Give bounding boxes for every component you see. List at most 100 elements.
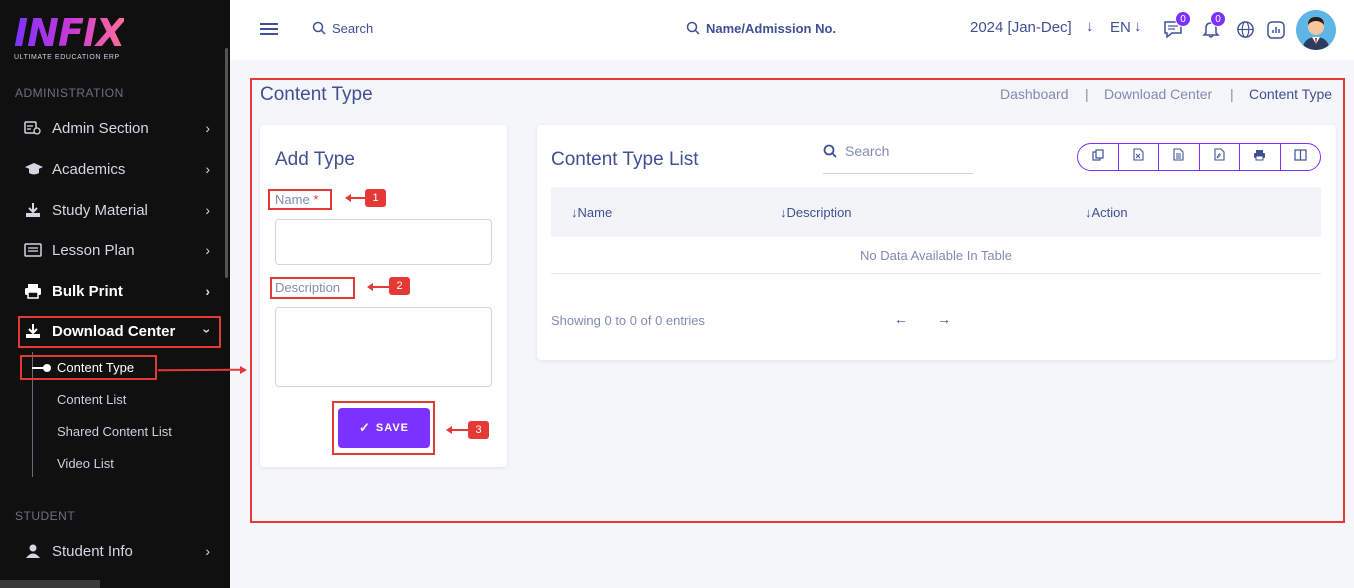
table-header xyxy=(551,187,1321,237)
breadcrumb-separator: | xyxy=(1230,86,1234,102)
sidebar-sub-item-content-list[interactable]: Content List xyxy=(57,392,126,407)
callout-arrow-line xyxy=(451,429,468,431)
table-search-input[interactable]: Search xyxy=(823,140,973,174)
partial-sidebar-item xyxy=(0,580,100,588)
column-header-action[interactable]: ↓Action xyxy=(1085,205,1128,220)
session-selector[interactable]: 2024 [Jan-Dec] xyxy=(970,19,1072,36)
sidebar-item-label: Study Material xyxy=(52,201,148,219)
header-search-input[interactable]: Search xyxy=(332,21,373,36)
sidebar-item-student-info[interactable]: Student Info › xyxy=(18,535,220,567)
sidebar-item-study-material[interactable]: Study Material › xyxy=(18,194,220,226)
column-header-name[interactable]: ↓Name xyxy=(571,205,612,220)
logo-text: INFIX xyxy=(14,11,125,55)
table-search-placeholder: Search xyxy=(845,143,890,159)
column-header-label: Action xyxy=(1091,205,1128,220)
annotation-box-name xyxy=(268,189,332,210)
chevron-right-icon: › xyxy=(205,242,210,258)
sidebar-item-bulk-print[interactable]: Bulk Print › xyxy=(18,275,220,307)
logo[interactable]: INFIX ULTIMATE EDUCATION ERP xyxy=(14,11,125,61)
breadcrumb-dashboard[interactable]: Dashboard xyxy=(1000,86,1069,102)
sidebar-sub-item-shared-content-list[interactable]: Shared Content List xyxy=(57,424,172,439)
notification-count-badge: 0 xyxy=(1210,11,1226,27)
globe-icon[interactable] xyxy=(1236,20,1255,44)
arrow-right-icon[interactable]: → xyxy=(937,311,951,327)
description-textarea[interactable] xyxy=(275,307,492,387)
sidebar-scrollbar[interactable] xyxy=(225,48,228,278)
chevron-down-icon[interactable]: ↓ xyxy=(1086,18,1094,35)
csv-icon xyxy=(1173,148,1184,166)
csv-button[interactable] xyxy=(1159,144,1200,170)
chevron-right-icon: › xyxy=(205,120,210,136)
breadcrumb-content-type: Content Type xyxy=(1249,86,1333,102)
export-button-group xyxy=(1077,143,1321,171)
empty-table-message: No Data Available In Table xyxy=(551,237,1321,274)
column-header-label: Description xyxy=(786,205,852,220)
sidebar-sub-item-video-list[interactable]: Video List xyxy=(57,456,114,471)
column-header-description[interactable]: ↓Description xyxy=(780,205,852,220)
user-icon xyxy=(18,543,52,559)
callout-badge-2: 2 xyxy=(389,277,410,295)
print-icon xyxy=(1253,148,1266,166)
search-icon xyxy=(823,144,837,163)
check-icon: ✓ xyxy=(358,420,371,435)
table-info-text: Showing 0 to 0 of 0 entries xyxy=(551,313,705,328)
save-button[interactable]: ✓ SAVE xyxy=(338,408,430,448)
breadcrumb-download-center[interactable]: Download Center xyxy=(1104,86,1212,102)
sidebar: INFIX ULTIMATE EDUCATION ERP ADMINISTRAT… xyxy=(0,0,230,588)
callout-badge-1: 1 xyxy=(365,189,386,207)
lesson-icon xyxy=(18,242,52,258)
sidebar-item-label: Admin Section xyxy=(52,119,149,137)
chart-icon[interactable] xyxy=(1266,20,1286,45)
search-icon xyxy=(686,21,700,40)
print-button[interactable] xyxy=(1240,144,1281,170)
callout-arrow-line xyxy=(372,286,389,288)
message-count-badge: 0 xyxy=(1175,11,1191,27)
content-type-list-title: Content Type List xyxy=(551,149,699,170)
column-visibility-button[interactable] xyxy=(1281,144,1321,170)
admission-search-input[interactable]: Name/Admission No. xyxy=(706,21,836,36)
print-icon xyxy=(18,283,52,299)
sidebar-item-academics[interactable]: Academics › xyxy=(18,153,220,185)
chevron-right-icon: › xyxy=(205,161,210,177)
callout-badge-3: 3 xyxy=(468,421,489,439)
columns-icon xyxy=(1294,148,1307,166)
menu-toggle-icon[interactable] xyxy=(260,21,278,42)
section-label-student: STUDENT xyxy=(15,509,76,523)
sidebar-item-label: Student Info xyxy=(52,542,133,560)
chevron-right-icon: › xyxy=(205,283,210,299)
annotation-arrow-head xyxy=(240,366,247,374)
save-button-label: SAVE xyxy=(375,422,410,434)
sidebar-item-label: Bulk Print xyxy=(52,282,123,300)
logo-tagline: ULTIMATE EDUCATION ERP xyxy=(14,54,120,61)
annotation-box-download-center xyxy=(18,316,221,348)
breadcrumb-separator: | xyxy=(1085,86,1089,102)
column-header-label: Name xyxy=(577,205,613,220)
download-icon xyxy=(18,202,52,218)
copy-icon xyxy=(1092,148,1104,166)
admin-icon xyxy=(18,120,52,136)
page-title: Content Type xyxy=(260,84,373,105)
user-avatar[interactable] xyxy=(1296,10,1336,50)
graduation-cap-icon xyxy=(18,161,52,177)
arrow-left-icon[interactable]: ← xyxy=(894,311,908,327)
copy-button[interactable] xyxy=(1078,144,1119,170)
sidebar-item-label: Academics xyxy=(52,160,126,178)
sidebar-item-lesson-plan[interactable]: Lesson Plan › xyxy=(18,234,220,266)
pdf-icon xyxy=(1214,148,1225,166)
chevron-down-icon[interactable]: ↓ xyxy=(1134,18,1142,35)
name-input[interactable] xyxy=(275,219,492,265)
annotation-box-content-type xyxy=(20,355,157,380)
pdf-button[interactable] xyxy=(1200,144,1240,170)
excel-button[interactable] xyxy=(1119,144,1159,170)
section-label-administration: ADMINISTRATION xyxy=(15,86,124,100)
language-selector[interactable]: EN xyxy=(1110,19,1131,36)
sidebar-item-label: Lesson Plan xyxy=(52,241,135,259)
chevron-right-icon: › xyxy=(205,543,210,559)
add-type-title: Add Type xyxy=(275,149,355,170)
callout-arrow-line xyxy=(350,197,365,199)
sidebar-item-admin-section[interactable]: Admin Section › xyxy=(18,112,220,144)
chevron-right-icon: › xyxy=(205,202,210,218)
search-icon xyxy=(312,21,326,40)
annotation-box-description xyxy=(270,277,355,299)
excel-icon xyxy=(1133,148,1144,166)
